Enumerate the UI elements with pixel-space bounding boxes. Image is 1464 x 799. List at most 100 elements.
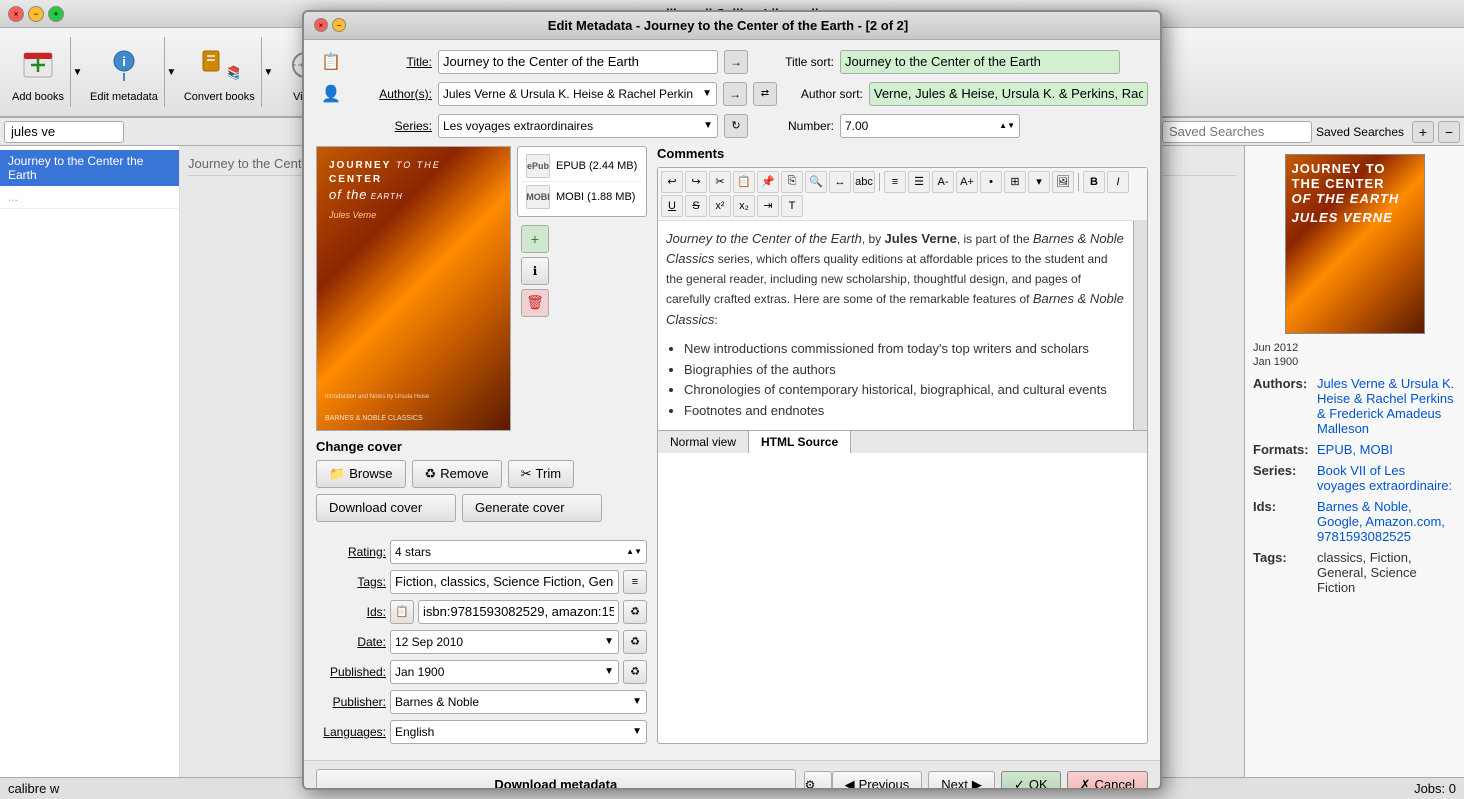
detail-series-value[interactable]: Book VII of Les voyages extraordinaire: (1317, 463, 1456, 493)
next-btn[interactable]: Next ▶ (928, 771, 995, 790)
align-left-btn[interactable]: ≡ (884, 171, 906, 193)
tags-input[interactable] (390, 570, 619, 594)
download-metadata-btn[interactable]: Download metadata (316, 769, 796, 790)
dialog-close-btn[interactable]: × (314, 18, 328, 32)
edit-metadata-dropdown[interactable]: ▼ (164, 37, 178, 107)
book-list-item-2[interactable]: ... (0, 186, 179, 209)
tags-label: Tags: (316, 575, 386, 589)
redo-btn[interactable]: ↪ (685, 171, 707, 193)
book-list-item-1[interactable]: Journey to the Center the Earth (0, 150, 179, 186)
comments-content[interactable]: Journey to the Center of the Earth, by J… (658, 221, 1133, 431)
author-input[interactable]: Jules Verne & Ursula K. Heise & Rachel P… (438, 82, 717, 106)
comments-scrollbar[interactable] (1133, 221, 1147, 431)
maximize-btn[interactable]: + (48, 6, 64, 22)
series-input[interactable]: Les voyages extraordinaires ▼ (438, 114, 718, 138)
detail-published-2: Jan 1900 (1253, 356, 1456, 368)
author-sort-input[interactable] (869, 82, 1148, 106)
close-btn[interactable]: × (8, 6, 24, 22)
series-refresh-btn[interactable]: ↻ (724, 114, 748, 138)
epub-label[interactable]: EPUB (2.44 MB) (556, 160, 637, 172)
ok-btn[interactable]: ✓ OK (1001, 771, 1061, 790)
detail-published: Jun 2012 (1253, 342, 1456, 354)
trim-cover-btn[interactable]: ✂ Trim (508, 460, 574, 488)
date-input[interactable]: 12 Sep 2010 ▼ (390, 630, 619, 654)
title-arrow-btn[interactable]: → (724, 50, 748, 74)
tags-btn[interactable]: ≡ (623, 570, 647, 594)
find-btn[interactable]: 🔍 (805, 171, 827, 193)
mobi-label[interactable]: MOBI (1.88 MB) (556, 191, 635, 203)
ids-input[interactable] (418, 600, 619, 624)
delete-format-btn[interactable]: 🗑 (521, 289, 549, 317)
download-metadata-settings-btn[interactable]: ⚙ (804, 771, 832, 790)
detail-formats-value[interactable]: EPUB, MOBI (1317, 442, 1456, 457)
date-refresh-btn[interactable]: ♻ (623, 630, 647, 654)
browse-cover-btn[interactable]: 📁 Browse (316, 460, 406, 488)
languages-input[interactable]: English ▼ (390, 720, 647, 744)
rating-input[interactable]: 4 stars ▲▼ (390, 540, 647, 564)
author-swap-btn[interactable]: ⇄ (753, 82, 777, 106)
table-insert-btn[interactable]: ▾ (1028, 171, 1050, 193)
download-cover-btn[interactable]: Download cover (316, 494, 456, 522)
remove-cover-btn[interactable]: ♻ Remove (412, 460, 502, 488)
title-bar-controls: × − + (8, 6, 64, 22)
replace-btn[interactable]: ↔ (829, 171, 851, 193)
font-size-inc-btn[interactable]: A+ (956, 171, 978, 193)
published-refresh-btn[interactable]: ♻ (623, 660, 647, 684)
list-btn[interactable]: • (980, 171, 1002, 193)
browse-label: Browse (349, 466, 392, 481)
detail-cover-title-2: of the EARTH (1292, 191, 1418, 206)
detail-authors-value[interactable]: Jules Verne & Ursula K. Heise & Rachel P… (1317, 376, 1456, 436)
minimize-btn[interactable]: − (28, 6, 44, 22)
image-btn[interactable]: 🖼 (1052, 171, 1074, 193)
add-books-button[interactable]: Add books (8, 37, 68, 107)
color-btn[interactable]: T (781, 195, 803, 217)
ids-copy-btn[interactable]: 📋 (390, 600, 414, 624)
author-arrow-btn[interactable]: → (723, 82, 747, 106)
convert-books-dropdown[interactable]: ▼ (261, 37, 275, 107)
italic-btn[interactable]: I (1107, 171, 1129, 193)
add-format-btn[interactable]: + (521, 225, 549, 253)
copy-btn[interactable]: 📋 (733, 171, 755, 193)
search-input[interactable] (4, 121, 124, 143)
dialog-body: 📋 Title: → Title sort: 👤 Author(s): Jule… (304, 40, 1160, 760)
sub-btn[interactable]: x₂ (733, 195, 755, 217)
format-actions: + ℹ 🗑 (517, 221, 647, 321)
remove-saved-search-button[interactable]: − (1438, 121, 1460, 143)
dialog-title: Edit Metadata - Journey to the Center of… (346, 18, 1110, 33)
html-source-tab[interactable]: HTML Source (749, 431, 851, 453)
info-format-btn[interactable]: ℹ (521, 257, 549, 285)
generate-cover-label: Generate cover (475, 500, 565, 515)
cancel-btn[interactable]: ✗ Cancel (1067, 771, 1148, 790)
ids-refresh-btn[interactable]: ♻ (623, 600, 647, 624)
remove-icon: ♻ (425, 466, 437, 482)
title-input[interactable] (438, 50, 718, 74)
font-size-dec-btn[interactable]: A- (932, 171, 954, 193)
publisher-input[interactable]: Barnes & Noble ▼ (390, 690, 647, 714)
normal-view-tab[interactable]: Normal view (658, 431, 749, 453)
saved-searches-input[interactable] (1162, 121, 1312, 143)
bold-btn[interactable]: B (1083, 171, 1105, 193)
cut-btn[interactable]: ✂ (709, 171, 731, 193)
detail-ids-value[interactable]: Barnes & Noble, Google, Amazon.com, 9781… (1317, 499, 1456, 544)
underline-btn[interactable]: U (661, 195, 683, 217)
edit-metadata-button[interactable]: i Edit metadata (86, 37, 162, 107)
previous-btn[interactable]: ◀ Previous (832, 771, 923, 790)
title-sort-input[interactable] (840, 50, 1120, 74)
generate-cover-btn[interactable]: Generate cover (462, 494, 602, 522)
super-btn[interactable]: x² (709, 195, 731, 217)
spell-btn[interactable]: abc (853, 171, 875, 193)
add-saved-search-button[interactable]: + (1412, 121, 1434, 143)
dialog-min-btn[interactable]: − (332, 18, 346, 32)
convert-books-button[interactable]: 📚 Convert books (180, 37, 259, 107)
main-content: JOURNEY to the CENTER of the EARTH Jules… (316, 146, 1148, 750)
indent-btn[interactable]: ⇥ (757, 195, 779, 217)
paste-special-btn[interactable]: ⎘ (781, 171, 803, 193)
published-input[interactable]: Jan 1900 ▼ (390, 660, 619, 684)
number-input[interactable]: 7.00 ▲▼ (840, 114, 1020, 138)
add-books-dropdown[interactable]: ▼ (70, 37, 84, 107)
table-btn[interactable]: ⊞ (1004, 171, 1026, 193)
paste-btn[interactable]: 📌 (757, 171, 779, 193)
undo-btn[interactable]: ↩ (661, 171, 683, 193)
align-center-btn[interactable]: ☰ (908, 171, 930, 193)
strikethrough-btn[interactable]: S (685, 195, 707, 217)
